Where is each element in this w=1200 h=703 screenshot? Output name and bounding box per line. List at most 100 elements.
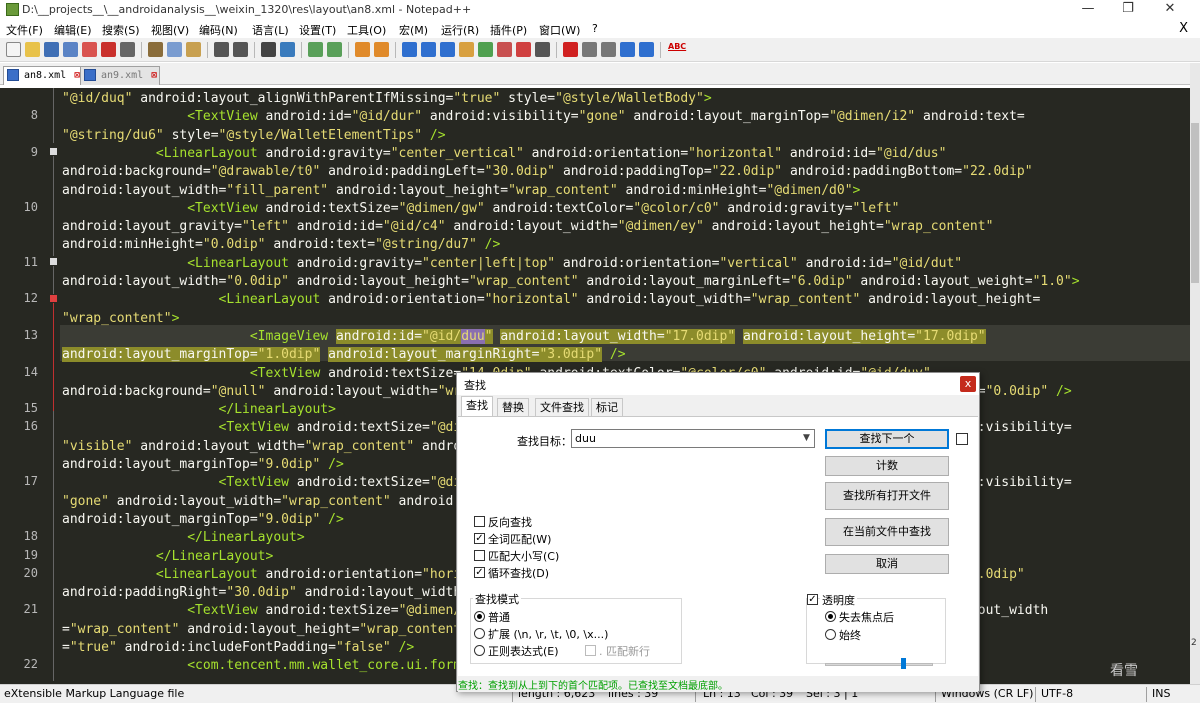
tab-an8-xml[interactable]: an8.xml ⊠ [3, 66, 84, 85]
replace-icon[interactable] [280, 42, 295, 57]
sync-vertical-icon[interactable] [355, 42, 370, 57]
mode-extended-label[interactable]: 扩展 (\n, \r, \t, \0, \x...) [488, 626, 608, 642]
menu-edit[interactable]: 编辑(E) [54, 22, 92, 38]
code-line[interactable]: "wrap_content"> [62, 310, 179, 328]
print-icon[interactable] [120, 42, 135, 57]
record-macro-icon[interactable] [563, 42, 578, 57]
close-all-icon[interactable] [101, 42, 116, 57]
paste-icon[interactable] [186, 42, 201, 57]
scrollbar-thumb[interactable] [1191, 123, 1199, 283]
whole-word-checkbox[interactable]: ✓ [474, 533, 485, 544]
close-document-button[interactable]: X [1179, 21, 1188, 36]
tab-find[interactable]: 查找 [461, 396, 493, 417]
folder-as-workspace-icon[interactable] [516, 42, 531, 57]
code-line[interactable]: android:layout_marginTop="9.0dip" /> [62, 456, 344, 474]
find-all-open-docs-button[interactable]: 查找所有打开文件 [825, 482, 949, 510]
code-line[interactable]: android:minHeight="0.0dip" android:text=… [62, 236, 500, 254]
code-line[interactable]: android:layout_width="0.0dip" android:la… [62, 273, 1080, 291]
code-line[interactable]: android:layout_marginTop="9.0dip" /> [62, 511, 344, 529]
sync-horizontal-icon[interactable] [374, 42, 389, 57]
restore-button[interactable]: ❐ [1108, 0, 1148, 20]
user-lang-icon[interactable] [459, 42, 474, 57]
match-case-checkbox[interactable] [474, 550, 485, 561]
mode-regex-label[interactable]: 正则表达式(E) [488, 643, 559, 659]
count-button[interactable]: 计数 [825, 456, 949, 476]
transparency-slider-thumb[interactable] [901, 658, 906, 669]
transparency-title[interactable]: 透明度 [820, 592, 857, 608]
always-label[interactable]: 始终 [839, 627, 861, 643]
menu-view[interactable]: 视图(V) [151, 22, 189, 38]
function-list-icon[interactable] [497, 42, 512, 57]
menu-plugins[interactable]: 插件(P) [490, 22, 527, 38]
code-line[interactable]: <TextView android:textSize="@dimen/gw" a… [62, 200, 899, 218]
menu-language[interactable]: 语言(L) [252, 22, 289, 38]
code-line[interactable]: </LinearLayout> [62, 529, 304, 547]
code-line[interactable]: <LinearLayout android:gravity="center|le… [62, 255, 962, 273]
open-file-icon[interactable] [25, 42, 40, 57]
menu-search[interactable]: 搜索(S) [102, 22, 140, 38]
fold-toggle-icon[interactable] [50, 148, 57, 155]
save-all-icon[interactable] [63, 42, 78, 57]
code-line[interactable]: android:background="@drawable/t0" androi… [62, 163, 1033, 181]
code-line[interactable]: </LinearLayout> [62, 548, 273, 566]
code-line[interactable]: <LinearLayout android:orientation="horiz… [62, 291, 1041, 309]
undo-icon[interactable] [214, 42, 229, 57]
code-line[interactable]: <TextView android:id="@id/dur" android:v… [62, 108, 1025, 126]
copy-icon[interactable] [167, 42, 182, 57]
menu-settings[interactable]: 设置(T) [299, 22, 336, 38]
always-radio[interactable] [825, 629, 836, 640]
play-macro-icon[interactable] [601, 42, 616, 57]
show-all-chars-icon[interactable] [421, 42, 436, 57]
find-all-current-doc-button[interactable]: 在当前文件中查找 [825, 518, 949, 546]
menu-help[interactable]: ? [592, 22, 598, 35]
close-button[interactable]: ✕ [1150, 0, 1190, 20]
code-line[interactable]: <ImageView android:id="@id/duu" android:… [62, 328, 986, 346]
transparency-slider[interactable] [825, 663, 933, 666]
menu-encoding[interactable]: 编码(N) [199, 22, 238, 38]
code-line[interactable]: "@string/du6" style="@style/WalletElemen… [62, 127, 446, 145]
redo-icon[interactable] [233, 42, 248, 57]
run-macro-multiple-icon[interactable] [620, 42, 635, 57]
stop-macro-icon[interactable] [582, 42, 597, 57]
minimize-button[interactable]: — [1068, 0, 1108, 20]
find-dialog-titlebar[interactable]: 查找 x [457, 373, 979, 395]
menu-file[interactable]: 文件(F) [6, 22, 43, 38]
transparency-checkbox[interactable]: ✓ [807, 594, 818, 605]
backward-label[interactable]: 反向查找 [488, 514, 532, 530]
fold-toggle-icon[interactable] [50, 258, 57, 265]
save-icon[interactable] [44, 42, 59, 57]
code-line[interactable]: </LinearLayout> [62, 401, 336, 419]
wrap-around-label[interactable]: 循环查找(D) [488, 565, 549, 581]
save-macro-icon[interactable] [639, 42, 654, 57]
mode-normal-label[interactable]: 普通 [488, 609, 510, 625]
find-what-input[interactable] [571, 429, 815, 448]
on-lose-focus-label[interactable]: 失去焦点后 [839, 609, 894, 625]
menu-run[interactable]: 运行(R) [441, 22, 479, 38]
find-icon[interactable] [261, 42, 276, 57]
code-line[interactable]: <LinearLayout android:gravity="center_ve… [62, 145, 947, 163]
mode-extended-radio[interactable] [474, 628, 485, 639]
menu-window[interactable]: 窗口(W) [539, 22, 580, 38]
close-icon[interactable] [82, 42, 97, 57]
word-wrap-icon[interactable] [402, 42, 417, 57]
code-line[interactable]: android:layout_width="fill_parent" andro… [62, 182, 860, 200]
backward-checkbox[interactable] [474, 516, 485, 527]
zoom-in-icon[interactable] [308, 42, 323, 57]
tab-close-icon[interactable]: ⊠ [151, 67, 157, 84]
fold-toggle-icon[interactable] [50, 295, 57, 302]
tab-an9-xml[interactable]: an9.xml ⊠ [80, 66, 161, 85]
code-line[interactable]: android:layout_gravity="left" android:id… [62, 218, 993, 236]
spell-check-icon[interactable]: ABC [668, 42, 686, 51]
code-line[interactable]: "@id/duq" android:layout_alignWithParent… [62, 90, 712, 108]
mode-regex-radio[interactable] [474, 645, 485, 656]
new-file-icon[interactable] [6, 42, 21, 57]
find-dialog-close-button[interactable]: x [960, 376, 976, 392]
vertical-scrollbar[interactable] [1190, 63, 1200, 684]
match-case-label[interactable]: 匹配大小写(C) [488, 548, 559, 564]
cancel-button[interactable]: 取消 [825, 554, 949, 574]
indent-guide-icon[interactable] [440, 42, 455, 57]
wrap-around-checkbox[interactable]: ✓ [474, 567, 485, 578]
find-next-option-checkbox[interactable] [956, 433, 968, 445]
menu-macro[interactable]: 宏(M) [399, 22, 428, 38]
monitor-icon[interactable] [535, 42, 550, 57]
